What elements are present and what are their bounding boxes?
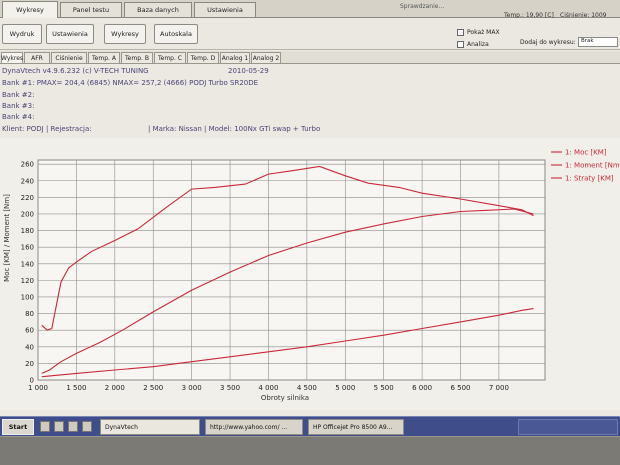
chart-grid: [37, 159, 546, 381]
pokaz-max-label: Pokaż MAX: [467, 29, 500, 36]
subtab-temp-c[interactable]: Temp. C: [154, 52, 186, 64]
task-hp-officejet[interactable]: HP Officejet Pro 8500 A9...: [308, 419, 404, 435]
x-tick-label: 1 000: [28, 384, 48, 392]
x-tick-label: 4 500: [297, 384, 317, 392]
subtab-analog-1[interactable]: Analog 1: [220, 52, 250, 64]
y-tick-label: 40: [25, 343, 34, 351]
dyno-chart: 020406080100120140160180200220240260 1 0…: [3, 149, 620, 403]
y-axis-label: Moc [KM] / Moment [Nm]: [3, 194, 11, 282]
bank3-info: Bank #3:: [2, 102, 35, 110]
system-tray: [518, 419, 618, 435]
x-tick-labels: 1 000 1 500 2 000 2 500 3 000 3 500 4 000 4 500…: [28, 384, 509, 392]
settings-button[interactable]: Ustawienia: [46, 24, 94, 44]
analiza-label: Analiza: [467, 41, 489, 48]
print-button[interactable]: Wydruk: [2, 24, 42, 44]
y-tick-label: 240: [21, 177, 34, 185]
chart-area: 0 20 40 60 80 100 120 140 160 180 200 220 240 260 1 0…: [0, 138, 620, 410]
add-to-chart-label: Dodaj do wykresu:: [520, 39, 576, 46]
quick-launch-icon[interactable]: [68, 421, 78, 432]
y-tick-label: 220: [21, 194, 34, 202]
legend-label: 1: Straty [KM]: [565, 175, 614, 183]
tab-baza-danych[interactable]: Baza danych: [124, 2, 192, 17]
x-tick-label: 4 000: [258, 384, 278, 392]
subtab-afr[interactable]: AFR: [24, 52, 50, 64]
bank4-info: Bank #4:: [2, 113, 35, 121]
bank2-info: Bank #2:: [2, 91, 35, 99]
subtab-wykres[interactable]: Wykres: [1, 52, 23, 64]
x-tick-label: 1 500: [66, 384, 86, 392]
app-version: DynaVtech v4.9.6.232 (c) V-TECH TUNING: [2, 67, 149, 75]
x-tick-label: 2 500: [143, 384, 163, 392]
sub-tab-bar: Wykres AFR Ciśnienie Temp. A Temp. B Tem…: [0, 51, 620, 64]
x-tick-label: 3 500: [220, 384, 240, 392]
y-tick-label: 80: [25, 310, 34, 318]
y-tick-labels: 020406080100120140160180200220240260: [21, 161, 34, 385]
toolbar: Wydruk Ustawienia Wykresy Autoskala Poka…: [0, 18, 620, 50]
checkbox-box[interactable]: [457, 29, 464, 36]
x-tick-label: 5 500: [374, 384, 394, 392]
x-axis-label: Obroty silnika: [261, 394, 309, 402]
y-tick-label: 260: [21, 161, 34, 169]
add-to-chart-select[interactable]: Brak: [578, 37, 618, 47]
autoscale-button[interactable]: Autoskala: [154, 24, 198, 44]
legend-label: 1: Moc [KM]: [565, 149, 607, 157]
tab-panel-testu[interactable]: Panel testu: [60, 2, 122, 17]
tab-ustawienia[interactable]: Ustawienia: [194, 2, 256, 17]
x-tick-label: 7 000: [489, 384, 509, 392]
monitor-bezel: [0, 437, 620, 465]
checkbox-box[interactable]: [457, 41, 464, 48]
x-tick-label: 2 000: [105, 384, 125, 392]
charts-button[interactable]: Wykresy: [104, 24, 146, 44]
chart-legend: 1: Moc [KM] 1: Moment [Nm] 1: Straty [KM]: [551, 149, 620, 183]
legend-label: 1: Moment [Nm]: [565, 162, 620, 170]
main-tab-bar: Wykresy Panel testu Baza danych Ustawien…: [0, 0, 620, 26]
status-checking: Sprawdzanie...: [400, 3, 445, 10]
subtab-temp-b[interactable]: Temp. B: [121, 52, 153, 64]
subtab-temp-d[interactable]: Temp. D: [187, 52, 219, 64]
analiza-checkbox[interactable]: Analiza: [457, 41, 489, 48]
quick-launch-icon[interactable]: [82, 421, 92, 432]
x-tick-label: 6 500: [450, 384, 470, 392]
client-info: Klient: PODJ | Rejestracja:: [2, 125, 92, 133]
y-tick-label: 20: [25, 360, 34, 368]
dynavtech-window: Wykresy Panel testu Baza danych Ustawien…: [0, 0, 620, 420]
quick-launch-icon[interactable]: [54, 421, 64, 432]
y-tick-label: 120: [21, 277, 34, 285]
pokaz-max-checkbox[interactable]: Pokaż MAX: [457, 29, 500, 36]
y-tick-label: 140: [21, 260, 34, 268]
subtab-temp-a[interactable]: Temp. A: [88, 52, 120, 64]
tab-wykresy[interactable]: Wykresy: [2, 1, 58, 18]
y-tick-label: 100: [21, 293, 34, 301]
taskbar: Start DynaVtech http://www.yahoo.com/ ..…: [0, 416, 620, 436]
subtab-cisnienie[interactable]: Ciśnienie: [51, 52, 87, 64]
vehicle-info: | Marka: Nissan | Model: 100Nx GTi swap …: [148, 125, 321, 133]
task-dynavtech[interactable]: DynaVtech: [100, 419, 200, 435]
x-tick-label: 6 000: [412, 384, 432, 392]
y-tick-label: 60: [25, 327, 34, 335]
x-tick-label: 3 000: [182, 384, 202, 392]
y-tick-label: 180: [21, 227, 34, 235]
start-button[interactable]: Start: [2, 419, 34, 435]
run-date: 2010-05-29: [228, 67, 269, 75]
y-tick-label: 160: [21, 244, 34, 252]
bank1-info: Bank #1: PMAX= 204,4 (6845) NMAX= 257,2 …: [2, 79, 259, 87]
subtab-analog-2[interactable]: Analog 2: [251, 52, 281, 64]
y-tick-label: 200: [21, 210, 34, 218]
quick-launch-icon[interactable]: [40, 421, 50, 432]
x-tick-label: 5 000: [335, 384, 355, 392]
task-yahoo[interactable]: http://www.yahoo.com/ ...: [205, 419, 303, 435]
